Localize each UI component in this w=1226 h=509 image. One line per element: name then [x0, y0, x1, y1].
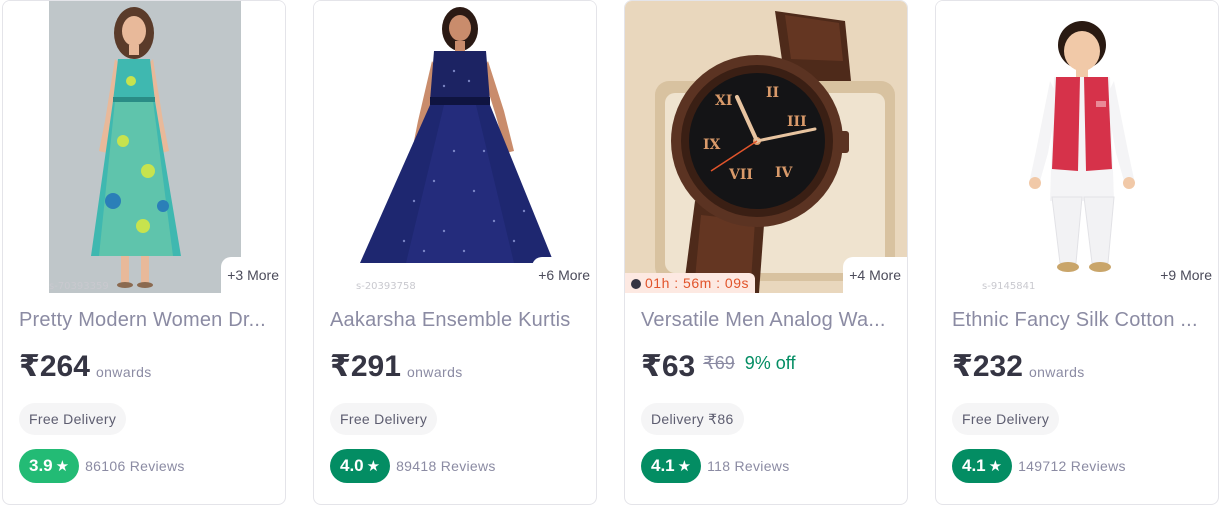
- price-suffix: onwards: [406, 363, 463, 380]
- star-icon: ★: [677, 458, 692, 475]
- price-row: ₹232 onwards: [952, 349, 1085, 389]
- discount-label: 9% off: [744, 352, 796, 373]
- rating-badge: 3.9 ★: [19, 449, 80, 483]
- price: ₹232: [952, 350, 1023, 383]
- delivery-badge: Free Delivery: [19, 403, 127, 435]
- price-suffix: onwards: [95, 363, 152, 380]
- rating-badge: 4.1 ★: [641, 449, 702, 483]
- sale-timer-text: 01h : 56m : 09s: [645, 275, 750, 291]
- star-icon: ★: [988, 458, 1003, 475]
- review-count: 149712 Reviews: [1018, 458, 1126, 474]
- rating-value: 3.9: [29, 456, 53, 475]
- price: ₹63: [641, 350, 696, 383]
- product-card[interactable]: II III IV VII IX XI 01h : 56m : 09s +4 M…: [624, 0, 908, 505]
- rating-badge: 4.0 ★: [330, 449, 391, 483]
- product-image[interactable]: s-20393758 +6 More: [314, 1, 596, 293]
- product-card[interactable]: s-20393758 +6 More Aakarsha Ensemble Kur…: [313, 0, 597, 505]
- svg-text:VII: VII: [728, 167, 753, 183]
- product-title[interactable]: Pretty Modern Women Dr...: [19, 309, 275, 332]
- rating-row: 4.1 ★ 149712 Reviews: [952, 449, 1126, 483]
- star-icon: ★: [366, 458, 381, 475]
- price-row: ₹291 onwards: [330, 349, 463, 389]
- sku-watermark: s-70393359: [49, 281, 109, 292]
- original-price: ₹69: [703, 352, 735, 373]
- product-title[interactable]: Ethnic Fancy Silk Cotton ...: [952, 309, 1208, 332]
- rating-row: 4.1 ★ 118 Reviews: [641, 449, 790, 483]
- svg-text:IX: IX: [703, 137, 721, 153]
- review-count: 86106 Reviews: [85, 458, 185, 474]
- product-image[interactable]: s-70393359 +3 More: [3, 1, 285, 293]
- review-count: 89418 Reviews: [396, 458, 496, 474]
- more-variants-label[interactable]: +6 More: [532, 257, 596, 293]
- rating-value: 4.0: [340, 456, 364, 475]
- sku-watermark: s-20393758: [356, 281, 416, 292]
- rating-value: 4.1: [962, 456, 986, 475]
- price-row: ₹63 ₹69 9% off: [641, 349, 795, 389]
- rating-value: 4.1: [651, 456, 675, 475]
- rating-badge: 4.1 ★: [952, 449, 1013, 483]
- product-card[interactable]: s-70393359 +3 More Pretty Modern Women D…: [2, 0, 286, 505]
- product-title[interactable]: Aakarsha Ensemble Kurtis: [330, 309, 586, 332]
- svg-text:XI: XI: [715, 93, 732, 109]
- sale-timer: 01h : 56m : 09s: [625, 273, 756, 293]
- rating-row: 3.9 ★ 86106 Reviews: [19, 449, 185, 483]
- delivery-badge: Free Delivery: [952, 403, 1060, 435]
- more-variants-label[interactable]: +4 More: [843, 257, 907, 293]
- product-image[interactable]: s-9145841 +9 More: [936, 1, 1218, 293]
- price: ₹264: [19, 350, 90, 383]
- price-suffix: onwards: [1028, 363, 1085, 380]
- rating-row: 4.0 ★ 89418 Reviews: [330, 449, 496, 483]
- more-variants-label[interactable]: +3 More: [221, 257, 285, 293]
- star-icon: ★: [55, 458, 70, 475]
- more-variants-label[interactable]: +9 More: [1154, 257, 1218, 293]
- svg-text:III: III: [787, 114, 807, 130]
- sku-watermark: s-9145841: [982, 281, 1036, 292]
- review-count: 118 Reviews: [707, 458, 790, 474]
- price: ₹291: [330, 350, 401, 383]
- price-row: ₹264 onwards: [19, 349, 152, 389]
- product-image[interactable]: II III IV VII IX XI 01h : 56m : 09s +4 M…: [625, 1, 907, 293]
- product-card[interactable]: s-9145841 +9 More Ethnic Fancy Silk Cott…: [935, 0, 1219, 505]
- delivery-badge: Delivery ₹86: [641, 403, 744, 435]
- svg-text:II: II: [766, 85, 779, 101]
- clock-icon: [631, 279, 641, 289]
- svg-text:IV: IV: [775, 165, 794, 181]
- product-title[interactable]: Versatile Men Analog Wa...: [641, 309, 897, 332]
- delivery-badge: Free Delivery: [330, 403, 438, 435]
